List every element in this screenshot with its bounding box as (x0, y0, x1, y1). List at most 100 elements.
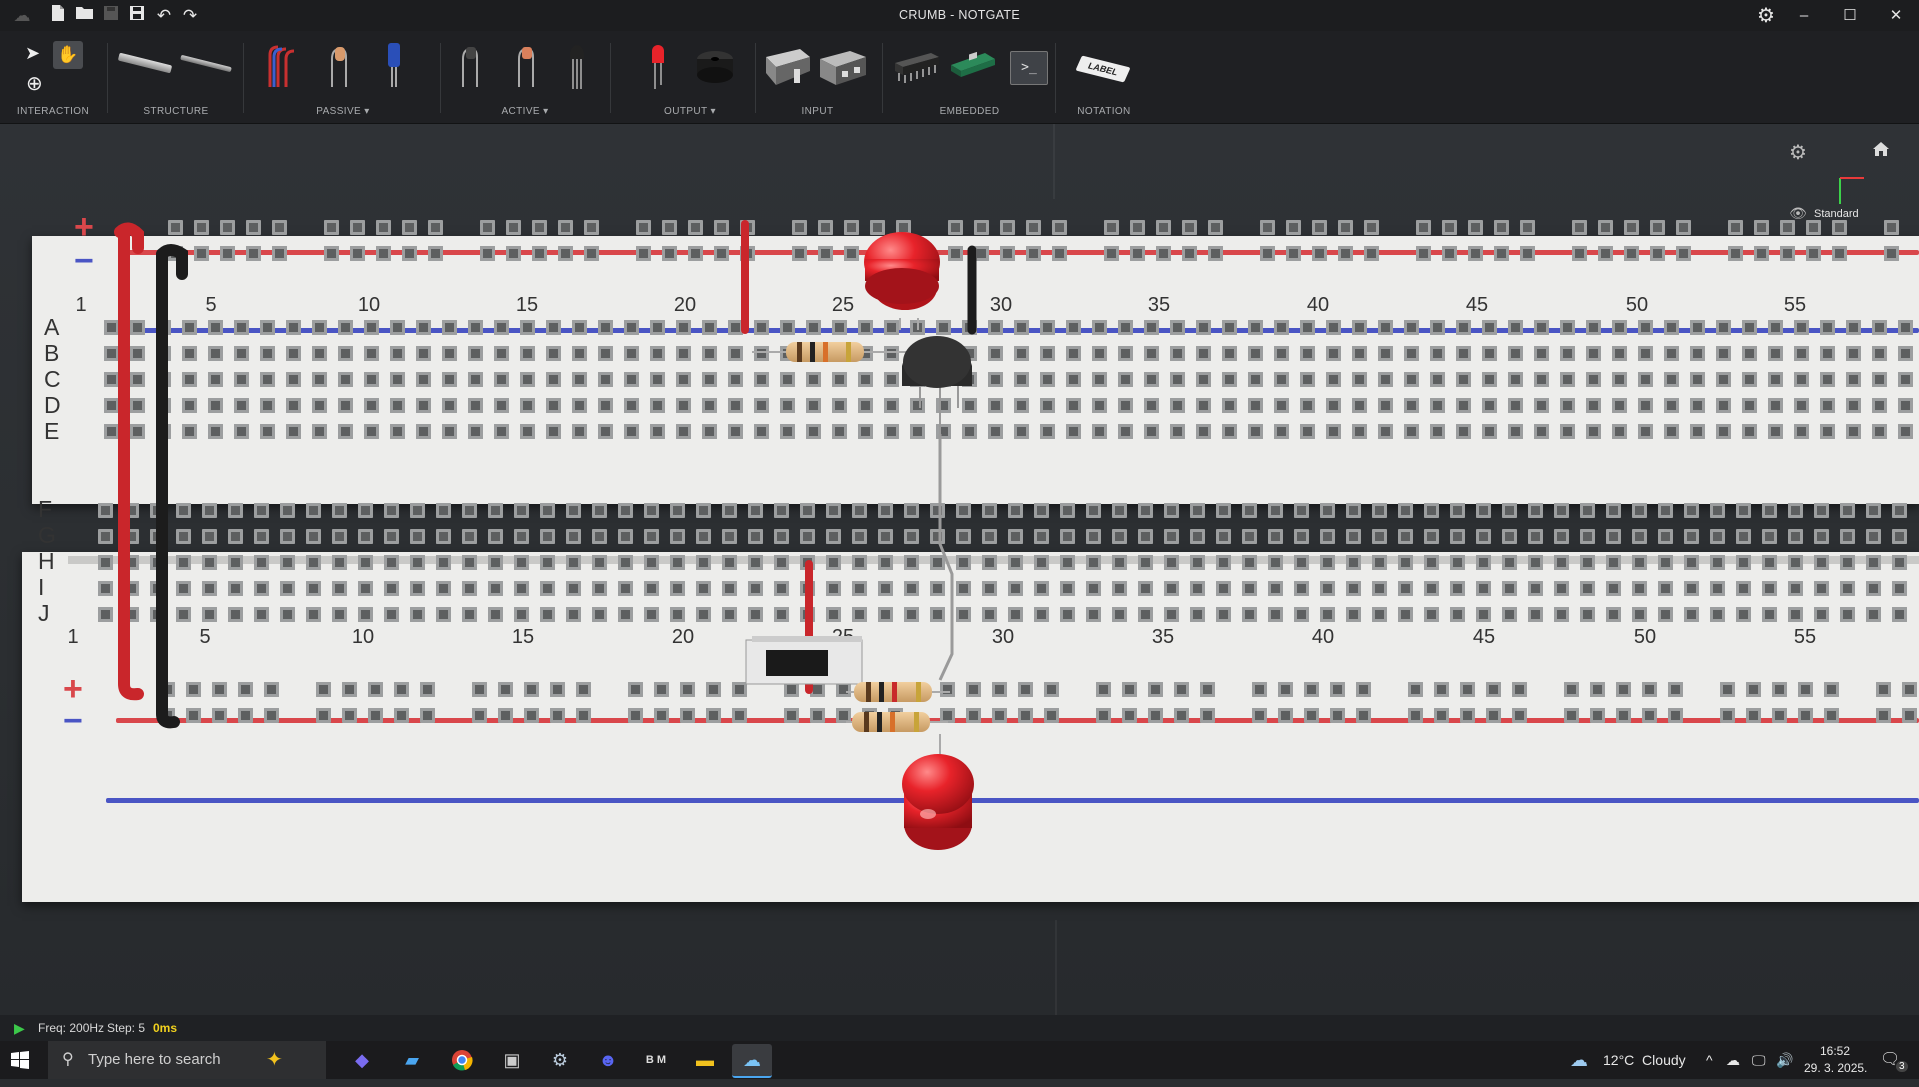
breadboard-hole[interactable] (1456, 372, 1471, 387)
breadboard-hole[interactable] (1560, 398, 1575, 413)
notification-icon[interactable]: 🗨 (1880, 1041, 1900, 1079)
breadboard-hole[interactable] (1118, 372, 1133, 387)
breadboard-hole[interactable] (480, 246, 495, 261)
breadboard-hole[interactable] (1846, 320, 1861, 335)
breadboard-hole[interactable] (130, 372, 145, 387)
jumper-wires-icon[interactable] (266, 43, 296, 89)
breadboard-hole[interactable] (1866, 529, 1881, 544)
breadboard-hole[interactable] (1294, 607, 1309, 622)
breadboard-hole[interactable] (1372, 503, 1387, 518)
breadboard-hole[interactable] (956, 607, 971, 622)
home-view-icon[interactable] (1869, 140, 1893, 164)
breadboard-hole[interactable] (98, 581, 113, 596)
breadboard-hole[interactable] (1554, 503, 1569, 518)
breadboard-hole[interactable] (774, 503, 789, 518)
group-output[interactable]: OUTPUT ▾ (615, 37, 765, 121)
breadboard-hole[interactable] (1144, 320, 1159, 335)
breadboard-hole[interactable] (1884, 220, 1899, 235)
breadboard-hole[interactable] (286, 320, 301, 335)
breadboard-hole[interactable] (1554, 529, 1569, 544)
breadboard-hole[interactable] (1040, 320, 1055, 335)
breadboard-hole[interactable] (1320, 503, 1335, 518)
breadboard-hole[interactable] (940, 682, 955, 697)
breadboard-hole[interactable] (696, 555, 711, 570)
breadboard-hole[interactable] (1014, 372, 1029, 387)
breadboard-hole[interactable] (104, 424, 119, 439)
breadboard-hole[interactable] (1534, 398, 1549, 413)
breadboard-hole[interactable] (428, 246, 443, 261)
breadboard-hole[interactable] (884, 346, 899, 361)
breadboard-hole[interactable] (806, 346, 821, 361)
breadboard-hole[interactable] (1736, 503, 1751, 518)
breadboard-hole[interactable] (1736, 555, 1751, 570)
breadboard-hole[interactable] (1902, 682, 1917, 697)
breadboard-hole[interactable] (576, 708, 591, 723)
breadboard-hole[interactable] (670, 555, 685, 570)
breadboard-hole[interactable] (130, 424, 145, 439)
breadboard-hole[interactable] (1430, 372, 1445, 387)
breadboard-hole[interactable] (826, 607, 841, 622)
ic-chip-tool-icon[interactable] (893, 51, 941, 85)
breadboard-hole[interactable] (1372, 555, 1387, 570)
breadboard-hole[interactable] (618, 503, 633, 518)
breadboard-hole[interactable] (468, 398, 483, 413)
breadboard-hole[interactable] (254, 607, 269, 622)
breadboard-hole[interactable] (1872, 346, 1887, 361)
breadboard-hole[interactable] (1580, 607, 1595, 622)
breadboard-hole[interactable] (1690, 424, 1705, 439)
breadboard-hole[interactable] (1612, 424, 1627, 439)
breadboard-hole[interactable] (1066, 424, 1081, 439)
breadboard-hole[interactable] (1112, 581, 1127, 596)
breadboard-hole[interactable] (1586, 398, 1601, 413)
breadboard-hole[interactable] (680, 708, 695, 723)
breadboard-hole[interactable] (1798, 682, 1813, 697)
breadboard-hole[interactable] (1118, 424, 1133, 439)
breadboard-hole[interactable] (1690, 320, 1705, 335)
breadboard-hole[interactable] (350, 220, 365, 235)
breadboard-hole[interactable] (624, 320, 639, 335)
breadboard-hole[interactable] (1872, 372, 1887, 387)
breadboard-hole[interactable] (1586, 372, 1601, 387)
breadboard-hole[interactable] (1118, 320, 1133, 335)
breadboard-hole[interactable] (1486, 682, 1501, 697)
breadboard-hole[interactable] (1274, 398, 1289, 413)
breadboard-hole[interactable] (260, 346, 275, 361)
close-button[interactable]: ✕ (1873, 0, 1919, 31)
breadboard-hole[interactable] (286, 346, 301, 361)
breadboard-hole[interactable] (592, 529, 607, 544)
breadboard-hole[interactable] (1580, 503, 1595, 518)
breadboard-hole[interactable] (1528, 503, 1543, 518)
breadboard-hole[interactable] (254, 503, 269, 518)
breadboard-hole[interactable] (1668, 708, 1683, 723)
breadboard-hole[interactable] (1304, 682, 1319, 697)
breadboard-hole[interactable] (1378, 372, 1393, 387)
breadboard-hole[interactable] (1684, 529, 1699, 544)
breadboard-hole[interactable] (1040, 398, 1055, 413)
breadboard-hole[interactable] (264, 708, 279, 723)
breadboard-hole[interactable] (436, 581, 451, 596)
minimize-button[interactable]: – (1781, 0, 1827, 31)
breadboard-hole[interactable] (962, 320, 977, 335)
breadboard-hole[interactable] (488, 555, 503, 570)
breadboard-hole[interactable] (1710, 529, 1725, 544)
breadboard-hole[interactable] (1638, 320, 1653, 335)
breadboard-hole[interactable] (1252, 708, 1267, 723)
breadboard-hole[interactable] (1456, 398, 1471, 413)
breadboard-hole[interactable] (832, 424, 847, 439)
breadboard-hole[interactable] (1716, 320, 1731, 335)
breadboard-hole[interactable] (1040, 372, 1055, 387)
breadboard-hole[interactable] (1872, 398, 1887, 413)
breadboard-hole[interactable] (306, 529, 321, 544)
breadboard-hole[interactable] (844, 220, 859, 235)
breadboard-hole[interactable] (1508, 372, 1523, 387)
breadboard-hole[interactable] (1494, 246, 1509, 261)
breadboard-hole[interactable] (546, 398, 561, 413)
breadboard-hole[interactable] (442, 398, 457, 413)
breadboard-hole[interactable] (1560, 320, 1575, 335)
resistor-tool-icon[interactable] (326, 43, 350, 89)
breadboard-hole[interactable] (514, 529, 529, 544)
breadboard-hole[interactable] (1642, 708, 1657, 723)
breadboard-hole[interactable] (312, 346, 327, 361)
breadboard-hole[interactable] (702, 320, 717, 335)
breadboard-hole[interactable] (988, 424, 1003, 439)
